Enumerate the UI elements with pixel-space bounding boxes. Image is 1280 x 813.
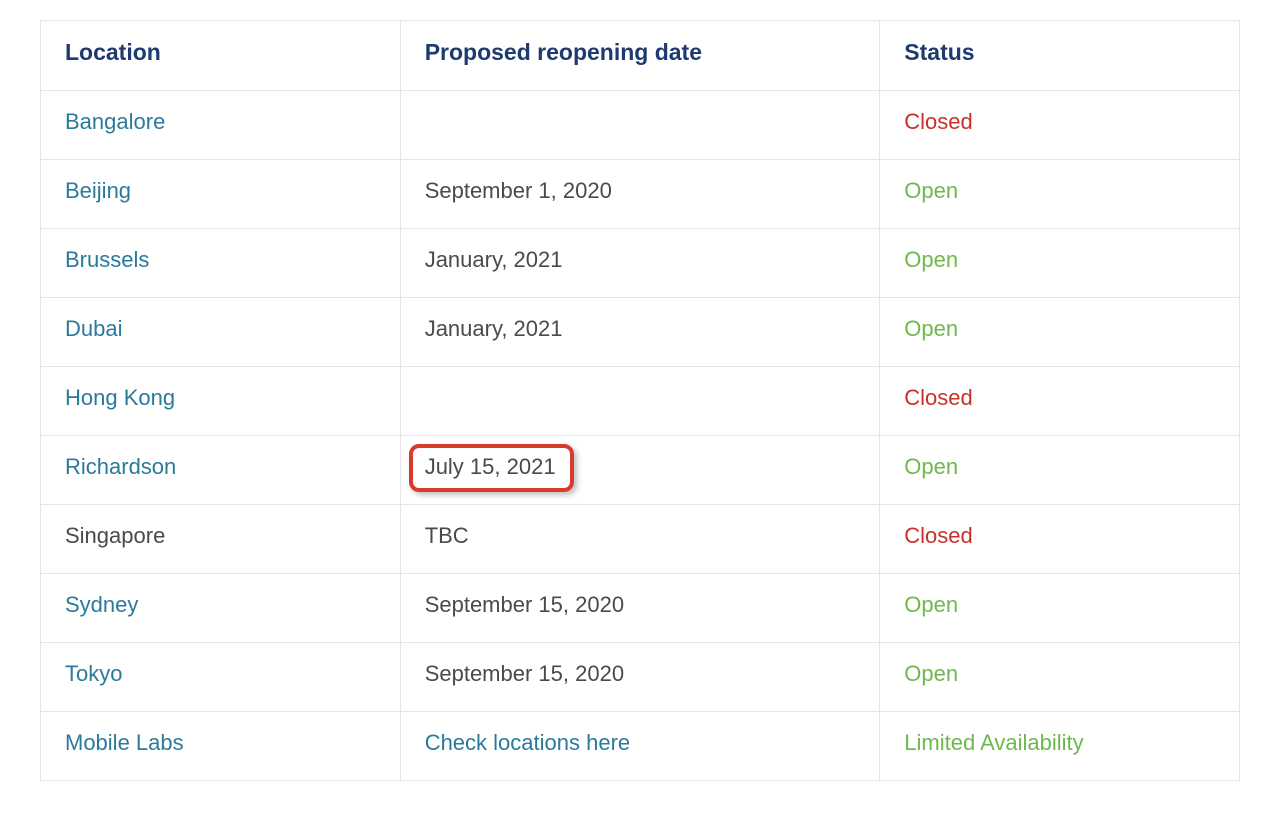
location-link[interactable]: Brussels xyxy=(65,247,149,272)
date-text: January, 2021 xyxy=(425,247,563,272)
status-cell: Open xyxy=(880,160,1240,229)
header-location: Location xyxy=(41,21,401,91)
status-cell: Open xyxy=(880,574,1240,643)
date-cell xyxy=(400,91,880,160)
status-text: Open xyxy=(904,661,958,686)
location-link[interactable]: Richardson xyxy=(65,454,176,479)
date-cell: September 15, 2020 xyxy=(400,643,880,712)
status-text: Open xyxy=(904,592,958,617)
locations-table: Location Proposed reopening date Status … xyxy=(40,20,1240,781)
table-row: Brussels January, 2021 Open xyxy=(41,229,1240,298)
location-link[interactable]: Bangalore xyxy=(65,109,165,134)
status-text: Open xyxy=(904,247,958,272)
table-row: Singapore TBC Closed xyxy=(41,505,1240,574)
date-cell: September 1, 2020 xyxy=(400,160,880,229)
status-cell: Open xyxy=(880,436,1240,505)
location-cell: Sydney xyxy=(41,574,401,643)
highlight-box: July 15, 2021 xyxy=(425,454,570,480)
status-text: Closed xyxy=(904,385,972,410)
date-text: January, 2021 xyxy=(425,316,563,341)
status-cell: Closed xyxy=(880,505,1240,574)
status-cell: Closed xyxy=(880,91,1240,160)
date-cell: September 15, 2020 xyxy=(400,574,880,643)
date-text: TBC xyxy=(425,523,469,548)
header-status: Status xyxy=(880,21,1240,91)
table-row: Hong Kong Closed xyxy=(41,367,1240,436)
table-row: Sydney September 15, 2020 Open xyxy=(41,574,1240,643)
location-cell: Brussels xyxy=(41,229,401,298)
status-cell: Limited Availability xyxy=(880,712,1240,781)
date-cell: January, 2021 xyxy=(400,298,880,367)
location-link[interactable]: Beijing xyxy=(65,178,131,203)
table-row: Tokyo September 15, 2020 Open xyxy=(41,643,1240,712)
date-text: September 1, 2020 xyxy=(425,178,612,203)
location-link[interactable]: Hong Kong xyxy=(65,385,175,410)
status-cell: Closed xyxy=(880,367,1240,436)
location-link[interactable]: Mobile Labs xyxy=(65,730,184,755)
date-text: July 15, 2021 xyxy=(425,454,556,479)
date-link[interactable]: Check locations here xyxy=(425,730,630,755)
location-cell: Tokyo xyxy=(41,643,401,712)
location-link[interactable]: Tokyo xyxy=(65,661,122,686)
table-row: Bangalore Closed xyxy=(41,91,1240,160)
status-text: Open xyxy=(904,316,958,341)
status-text: Open xyxy=(904,178,958,203)
header-date: Proposed reopening date xyxy=(400,21,880,91)
locations-table-wrapper: Location Proposed reopening date Status … xyxy=(40,20,1240,781)
date-cell: July 15, 2021 xyxy=(400,436,880,505)
location-link[interactable]: Sydney xyxy=(65,592,138,617)
location-text: Singapore xyxy=(65,523,165,548)
location-cell: Singapore xyxy=(41,505,401,574)
date-cell: Check locations here xyxy=(400,712,880,781)
table-row: Beijing September 1, 2020 Open xyxy=(41,160,1240,229)
table-row: Mobile Labs Check locations here Limited A… xyxy=(41,712,1240,781)
table-row: Dubai January, 2021 Open xyxy=(41,298,1240,367)
status-text: Open xyxy=(904,454,958,479)
location-cell: Bangalore xyxy=(41,91,401,160)
date-text: September 15, 2020 xyxy=(425,661,624,686)
location-cell: Richardson xyxy=(41,436,401,505)
location-cell: Beijing xyxy=(41,160,401,229)
date-cell xyxy=(400,367,880,436)
location-cell: Hong Kong xyxy=(41,367,401,436)
date-text: September 15, 2020 xyxy=(425,592,624,617)
status-text: Limited Availability xyxy=(904,730,1083,755)
status-cell: Open xyxy=(880,643,1240,712)
date-cell: TBC xyxy=(400,505,880,574)
location-link[interactable]: Dubai xyxy=(65,316,122,341)
location-cell: Dubai xyxy=(41,298,401,367)
status-cell: Open xyxy=(880,298,1240,367)
status-cell: Open xyxy=(880,229,1240,298)
date-cell: January, 2021 xyxy=(400,229,880,298)
table-row: Richardson July 15, 2021 Open xyxy=(41,436,1240,505)
location-cell: Mobile Labs xyxy=(41,712,401,781)
status-text: Closed xyxy=(904,523,972,548)
status-text: Closed xyxy=(904,109,972,134)
table-header-row: Location Proposed reopening date Status xyxy=(41,21,1240,91)
